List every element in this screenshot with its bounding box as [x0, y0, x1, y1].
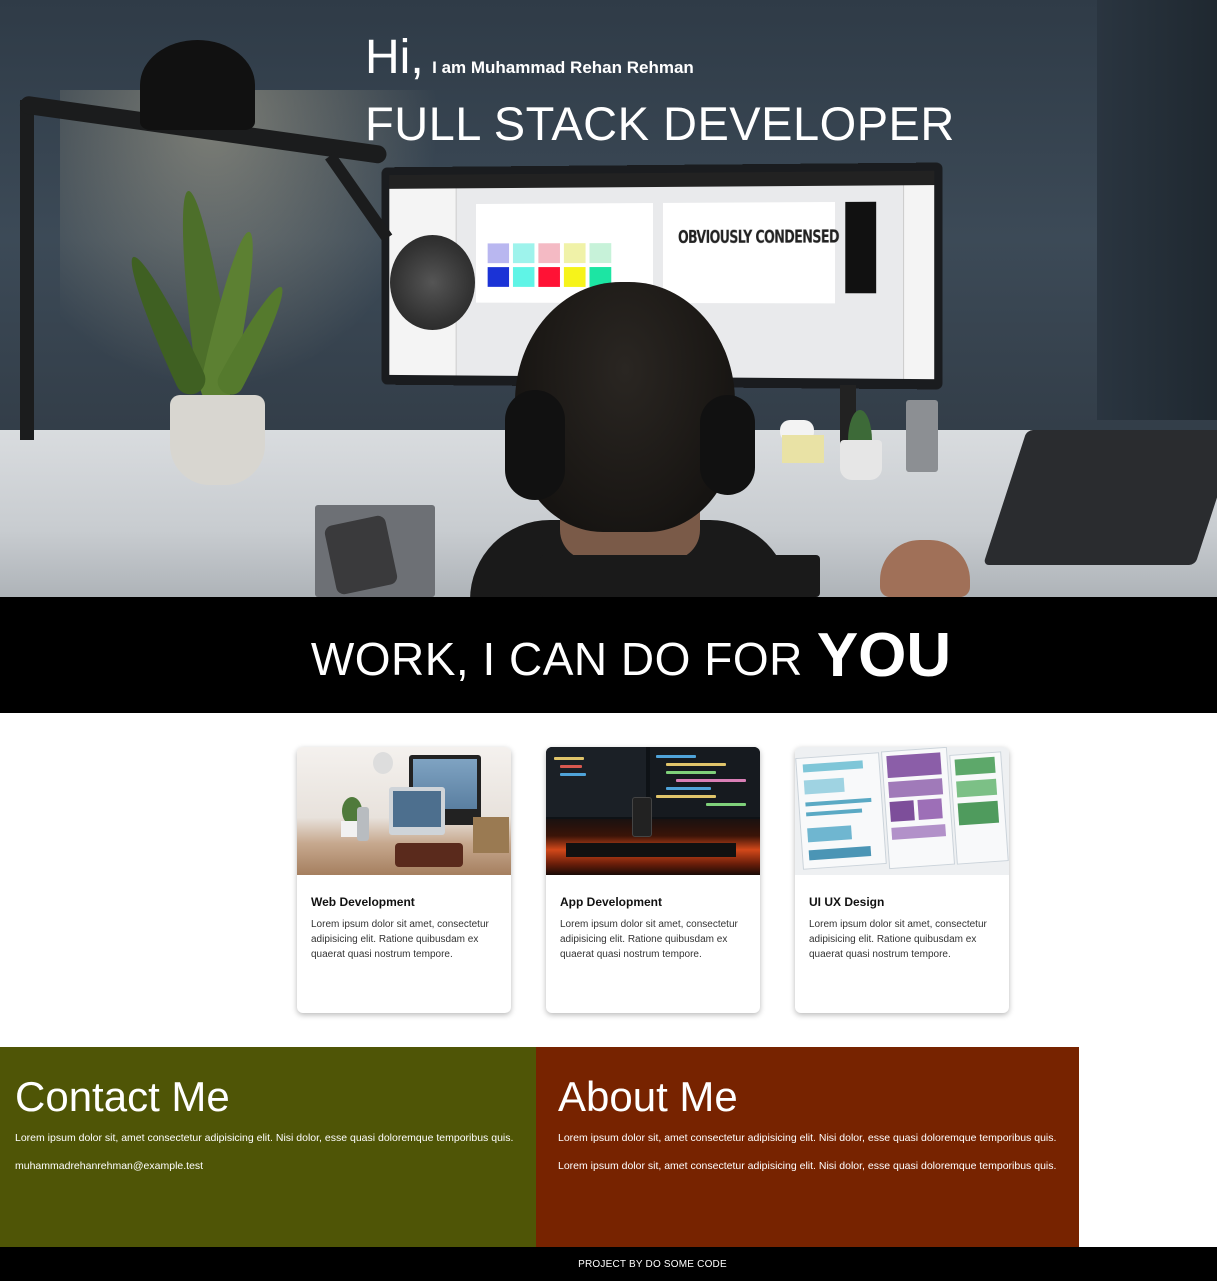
- code-line: [666, 771, 716, 774]
- wireframe-block: [890, 800, 915, 822]
- swatch: [488, 267, 509, 287]
- wireframe-block: [809, 846, 872, 860]
- contact-email[interactable]: muhammadrehanrehman@example.test: [15, 1159, 521, 1173]
- wireframe-block: [804, 778, 845, 795]
- app-development-image: [546, 747, 760, 875]
- lamp-pole: [20, 100, 34, 440]
- swatch: [564, 243, 586, 263]
- about-paragraph: Lorem ipsum dolor sit, amet consectetur …: [558, 1159, 1057, 1173]
- img-desk-mat: [395, 843, 463, 867]
- card-title: Web Development: [311, 895, 497, 909]
- work-banner-text: WORK, I CAN DO FOR: [311, 632, 803, 686]
- swatch: [564, 267, 586, 287]
- wireframe-block: [806, 809, 862, 817]
- about-section: About Me Lorem ipsum dolor sit, amet con…: [536, 1047, 1079, 1247]
- ui-ux-design-image: [795, 747, 1009, 875]
- card-title: App Development: [560, 895, 746, 909]
- img-phone: [632, 797, 652, 837]
- hero-text: Hi, I am Muhammad Rehan Rehman FULL STAC…: [365, 30, 955, 152]
- service-card-ui-ux-design[interactable]: UI UX Design Lorem ipsum dolor sit amet,…: [795, 747, 1009, 1013]
- usb-hub: [906, 400, 938, 472]
- keyboard: [540, 555, 820, 597]
- wireframe-sheet: [881, 747, 955, 869]
- screen-dark-card: [845, 202, 876, 294]
- code-line: [706, 803, 746, 806]
- img-lamp: [373, 752, 393, 774]
- microphone: [390, 235, 475, 330]
- small-plant-pot: [840, 440, 882, 480]
- screen-type-card: [663, 202, 835, 303]
- screen-right-panel: [903, 185, 934, 379]
- card-title: UI UX Design: [809, 895, 995, 909]
- headphones-right: [700, 395, 755, 495]
- code-line: [666, 787, 711, 790]
- contact-title: Contact Me: [15, 1075, 521, 1119]
- wireframe-block: [886, 752, 941, 778]
- card-description: Lorem ipsum dolor sit amet, consectetur …: [560, 917, 746, 962]
- service-card-web-development[interactable]: Web Development Lorem ipsum dolor sit am…: [297, 747, 511, 1013]
- code-line: [560, 773, 586, 776]
- footer: PROJECT BY DO SOME CODE: [0, 1247, 1217, 1281]
- contact-section: Contact Me Lorem ipsum dolor sit, amet c…: [0, 1047, 536, 1247]
- sticky-notes: [782, 435, 824, 463]
- wireframe-block: [955, 757, 996, 776]
- img-bottle: [357, 807, 369, 841]
- card-description: Lorem ipsum dolor sit amet, consectetur …: [809, 917, 995, 962]
- code-line: [676, 779, 746, 782]
- about-paragraph: Lorem ipsum dolor sit, amet consectetur …: [558, 1131, 1057, 1145]
- headphones-left: [505, 390, 565, 500]
- code-line: [656, 795, 716, 798]
- wireframe-block: [888, 778, 943, 798]
- hero-wall: [1097, 0, 1217, 420]
- about-title: About Me: [558, 1075, 1057, 1119]
- plant-pot: [170, 395, 265, 485]
- wireframe-block: [917, 798, 942, 820]
- lamp-head: [140, 40, 255, 130]
- screen-condensed-text: OBVIOUSLY CONDENSED: [678, 227, 839, 248]
- wireframe-block: [956, 779, 997, 798]
- wireframe-sheet: [949, 751, 1009, 864]
- footer-credit: PROJECT BY DO SOME CODE: [578, 1259, 727, 1270]
- swatch: [590, 243, 612, 263]
- wireframe-block: [891, 824, 946, 840]
- img-laptop-screen: [393, 791, 441, 827]
- swatch: [513, 243, 534, 263]
- swatch: [488, 243, 509, 263]
- code-line: [554, 757, 584, 760]
- code-line: [666, 763, 726, 766]
- wireframe-block: [807, 825, 852, 842]
- hero-role: FULL STACK DEVELOPER: [365, 96, 955, 152]
- swatch: [513, 267, 534, 287]
- hero-intro: I am Muhammad Rehan Rehman: [432, 58, 694, 78]
- code-line: [656, 755, 696, 758]
- img-keyboard: [566, 843, 736, 857]
- swatch: [538, 243, 560, 263]
- card-description: Lorem ipsum dolor sit amet, consectetur …: [311, 917, 497, 962]
- wireframe-sheet: [795, 752, 887, 870]
- service-card-app-development[interactable]: App Development Lorem ipsum dolor sit am…: [546, 747, 760, 1013]
- contact-text: Lorem ipsum dolor sit, amet consectetur …: [15, 1131, 521, 1145]
- hero-section: OBVIOUSLY CONDENSED Hi, I am Muhammad Re…: [0, 0, 1217, 597]
- hero-greeting: Hi,: [365, 30, 424, 86]
- img-box: [473, 817, 509, 853]
- wireframe-block: [805, 798, 871, 807]
- code-line: [560, 765, 582, 768]
- web-development-image: [297, 747, 511, 875]
- hero-greeting-line: Hi, I am Muhammad Rehan Rehman: [365, 30, 955, 86]
- wireframe-block: [803, 760, 863, 772]
- work-banner: WORK, I CAN DO FOR YOU: [0, 597, 1217, 713]
- wireframe-block: [958, 801, 999, 826]
- work-banner-emphasis: YOU: [817, 620, 951, 691]
- screen-toolbar: [389, 171, 934, 189]
- swatch: [538, 267, 560, 287]
